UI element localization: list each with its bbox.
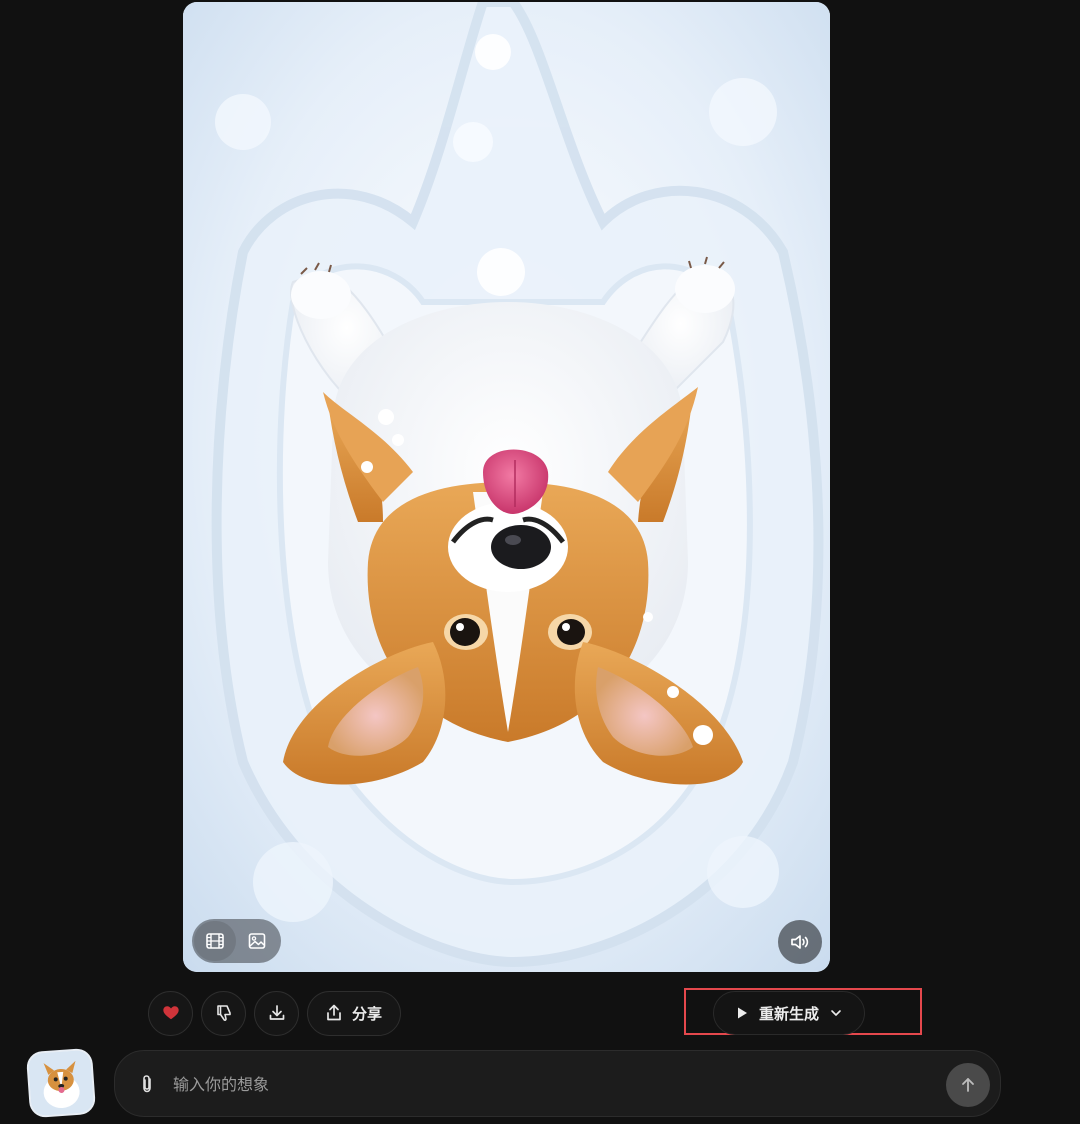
arrow-up-icon <box>962 1078 974 1092</box>
prompt-input[interactable] <box>171 1065 935 1103</box>
like-button[interactable] <box>148 990 193 1036</box>
corgi-snow-image <box>183 2 830 972</box>
corgi-thumbnail <box>27 1049 95 1117</box>
paperclip-icon <box>143 1075 151 1093</box>
reference-image-thumbnail[interactable] <box>27 1049 95 1117</box>
image-icon <box>248 933 266 949</box>
video-mode-button[interactable] <box>194 921 236 961</box>
heart-icon <box>162 1006 179 1020</box>
send-button[interactable] <box>946 1063 990 1107</box>
volume-button[interactable] <box>778 920 822 964</box>
app-stage: 分享 重新生成 <box>0 0 1080 1124</box>
generated-video-card[interactable] <box>183 2 830 972</box>
attachment-button[interactable] <box>137 1073 157 1095</box>
chevron-down-icon <box>831 1010 841 1016</box>
speaker-icon <box>791 935 809 949</box>
thumbs-down-icon <box>216 1005 231 1021</box>
share-button[interactable]: 分享 <box>307 990 402 1036</box>
play-icon <box>737 1007 747 1019</box>
dislike-button[interactable] <box>201 990 246 1036</box>
share-label: 分享 <box>352 1004 383 1023</box>
prompt-composer <box>114 1050 1001 1117</box>
regenerate-label: 重新生成 <box>758 1004 819 1023</box>
download-icon <box>269 1005 284 1020</box>
download-button[interactable] <box>254 990 299 1036</box>
media-mode-toggle <box>192 919 281 963</box>
result-action-bar: 分享 <box>148 990 402 1036</box>
share-icon <box>327 1004 341 1021</box>
film-icon <box>206 933 224 949</box>
regenerate-button[interactable]: 重新生成 <box>713 991 865 1035</box>
image-mode-button[interactable] <box>236 921 278 961</box>
